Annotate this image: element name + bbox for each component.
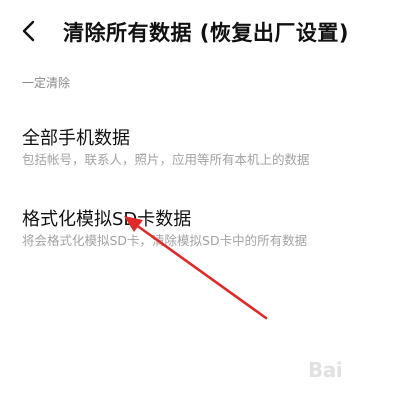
item-title: 全部手机数据 bbox=[22, 128, 130, 149]
page-title: 清除所有数据 (恢复出厂设置) bbox=[63, 21, 350, 45]
watermark-logo: Bai bbox=[308, 358, 343, 382]
back-button[interactable] bbox=[12, 14, 46, 48]
list-item-format-sd-card[interactable]: 格式化模拟SD卡数据 将会格式化模拟SD卡，清除模拟SD卡中的所有数据 bbox=[0, 200, 403, 254]
item-description: 将会格式化模拟SD卡，清除模拟SD卡中的所有数据 bbox=[22, 233, 308, 248]
chevron-left-icon bbox=[22, 20, 35, 42]
item-title: 格式化模拟SD卡数据 bbox=[22, 209, 192, 230]
list-item-all-phone-data[interactable]: 全部手机数据 包括帐号，联系人，照片，应用等所有本机上的数据 bbox=[0, 118, 403, 172]
item-description: 包括帐号，联系人，照片，应用等所有本机上的数据 bbox=[22, 152, 310, 167]
section-label: 一定清除 bbox=[22, 76, 71, 90]
header-bar: 清除所有数据 (恢复出厂设置) bbox=[0, 0, 403, 60]
